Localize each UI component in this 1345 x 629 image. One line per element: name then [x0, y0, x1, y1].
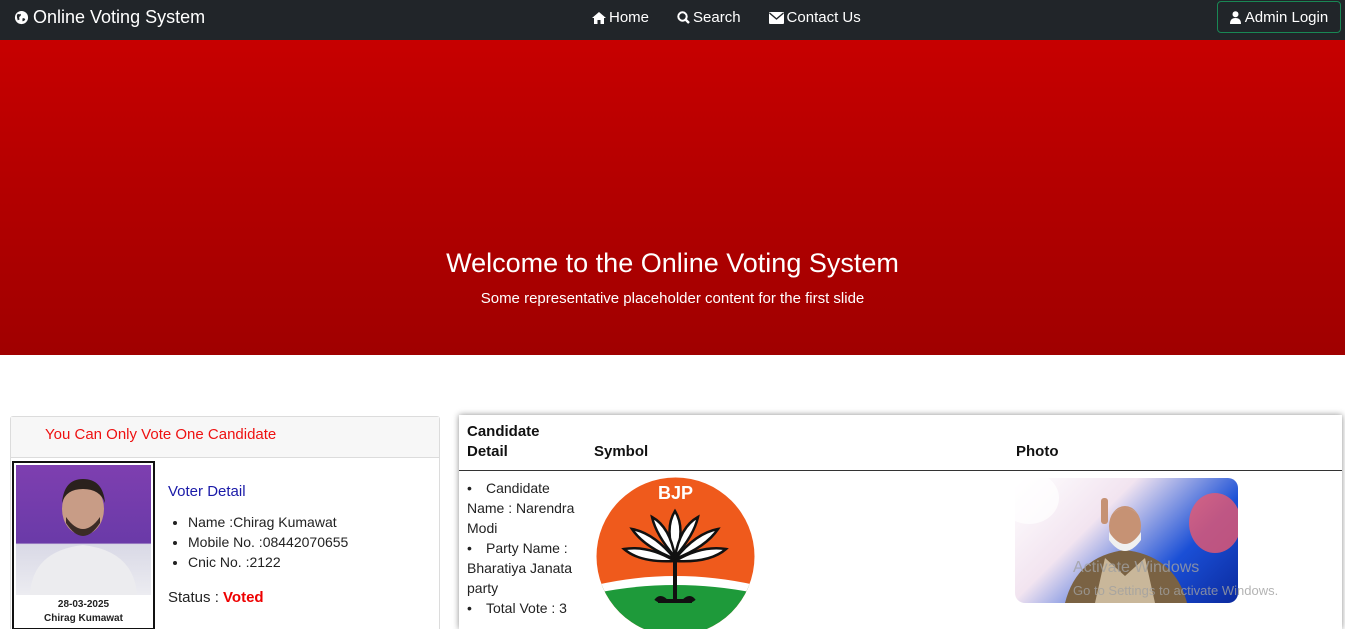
- voter-photo-image: [16, 465, 151, 595]
- nav-contact-label: Contact Us: [786, 9, 861, 26]
- voter-detail-list: Name :Chirag Kumawat Mobile No. :0844207…: [188, 514, 348, 574]
- voter-card-header: You Can Only Vote One Candidate: [11, 417, 439, 458]
- windows-watermark-subtitle: Go to Settings to activate Windows.: [1073, 583, 1279, 598]
- voter-photo: 28-03-2025 Chirag Kumawat: [12, 461, 155, 629]
- nav-contact[interactable]: Contact Us: [768, 9, 861, 26]
- voter-cnic: Cnic No. :2122: [188, 554, 348, 570]
- voter-photo-name: Chirag Kumawat: [44, 613, 123, 624]
- bjp-lotus-symbol: BJP: [596, 477, 755, 629]
- candidate-detail-list: Candidate Name : Narendra Modi Party Nam…: [467, 478, 587, 618]
- nav-search[interactable]: Search: [677, 9, 741, 26]
- voter-detail-title: Voter Detail: [168, 483, 246, 500]
- voter-card: You Can Only Vote One Candidate 28-03-20…: [10, 416, 440, 629]
- voter-status: Status : Voted: [168, 589, 264, 606]
- envelope-icon: [768, 11, 784, 24]
- candidate-party: Party Name : Bharatiya Janata party: [467, 538, 587, 598]
- hero-title: Welcome to the Online Voting System: [446, 248, 899, 278]
- navbar: Online Voting System Home Search Contact…: [0, 0, 1345, 40]
- header-candidate-detail: Candidate Detail: [467, 423, 540, 460]
- search-icon: [677, 11, 690, 24]
- status-label: Status :: [168, 589, 219, 606]
- voter-name: Name :Chirag Kumawat: [188, 514, 348, 530]
- admin-login-button[interactable]: Admin Login: [1217, 1, 1341, 33]
- brand-text: Online Voting System: [33, 7, 206, 27]
- candidate-total-vote: Total Vote : 3: [467, 598, 587, 618]
- status-badge: Voted: [223, 589, 264, 606]
- home-icon: [592, 11, 606, 24]
- header-photo: Photo: [1016, 443, 1059, 460]
- voter-photo-date: 28-03-2025: [57, 599, 110, 610]
- hero-subtitle: Some representative placeholder content …: [480, 290, 865, 307]
- hero-banner: Welcome to the Online Voting System Some…: [0, 40, 1345, 355]
- admin-login-label: Admin Login: [1244, 8, 1329, 26]
- windows-watermark-title: Activate Windows: [1073, 559, 1200, 576]
- candidate-name: Candidate Name : Narendra Modi: [467, 478, 587, 538]
- header-symbol: Symbol: [594, 443, 649, 460]
- nav-home[interactable]: Home: [592, 9, 649, 26]
- nav-links: Home Search Contact Us: [592, 9, 889, 26]
- globe-icon: [14, 10, 29, 25]
- nav-home-label: Home: [609, 9, 650, 26]
- table-header-divider: [459, 470, 1342, 471]
- brand-link[interactable]: Online Voting System: [14, 7, 205, 28]
- svg-text:BJP: BJP: [658, 483, 693, 503]
- nav-search-label: Search: [693, 9, 741, 26]
- user-icon: [1229, 10, 1241, 24]
- voter-mobile: Mobile No. :08442070655: [188, 534, 348, 550]
